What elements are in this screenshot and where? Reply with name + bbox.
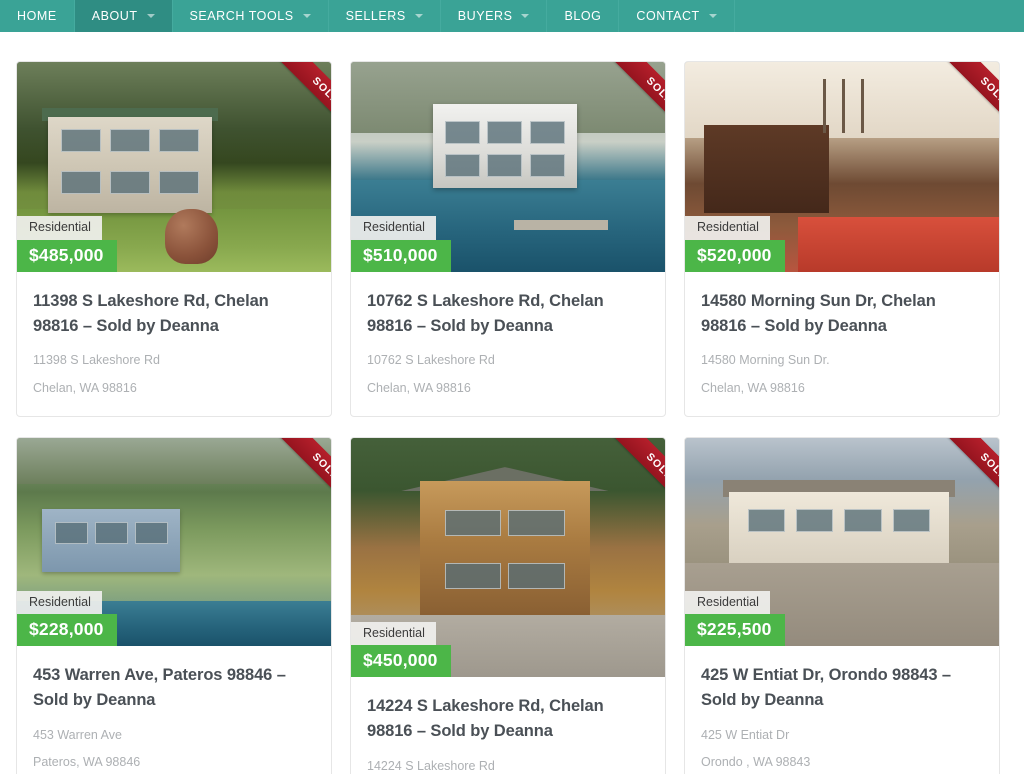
- listing-address-line1: 425 W Entiat Dr: [701, 727, 790, 742]
- nav-item-sellers[interactable]: SELLERS: [329, 0, 441, 32]
- listing-photo[interactable]: SOLD Residential $228,000: [17, 438, 331, 647]
- nav-item-contact[interactable]: CONTACT: [619, 0, 735, 32]
- listing-badges: Residential $225,500: [685, 590, 785, 647]
- listing-card[interactable]: SOLD Residential $225,500 425 W Entiat D…: [684, 437, 1000, 774]
- listing-card[interactable]: SOLD Residential $520,000 14580 Morning …: [684, 61, 1000, 418]
- listing-details: 10762 S Lakeshore Rd, Chelan 98816 – Sol…: [351, 272, 665, 416]
- listing-address-line2: Orondo , WA 98843: [701, 755, 811, 770]
- listing-details: 11398 S Lakeshore Rd, Chelan 98816 – Sol…: [17, 272, 331, 416]
- listing-address-line1: 14224 S Lakeshore Rd: [367, 758, 495, 773]
- listing-badges: Residential $485,000: [17, 216, 117, 272]
- nav-item-blog[interactable]: BLOG: [547, 0, 620, 32]
- listing-address-line2: Chelan, WA 98816: [367, 380, 471, 395]
- chevron-down-icon: [708, 14, 717, 18]
- listing-title[interactable]: 453 Warren Ave, Pateros 98846 – Sold by …: [33, 663, 315, 713]
- price-badge: $225,500: [685, 614, 785, 647]
- listing-details: 14580 Morning Sun Dr, Chelan 98816 – Sol…: [685, 272, 999, 416]
- listing-card[interactable]: SOLD Residential $510,000 10762 S Lakesh…: [350, 61, 666, 418]
- listing-details: 14224 S Lakeshore Rd, Chelan 98816 – Sol…: [351, 677, 665, 774]
- listing-photo[interactable]: SOLD Residential $510,000: [351, 62, 665, 272]
- nav-item-label: CONTACT: [636, 8, 700, 23]
- nav-item-label: BUYERS: [457, 8, 513, 23]
- listing-card[interactable]: SOLD Residential $450,000 14224 S Lakesh…: [350, 437, 666, 774]
- property-type-badge: Residential: [685, 216, 770, 240]
- listing-title[interactable]: 425 W Entiat Dr, Orondo 98843 – Sold by …: [701, 663, 983, 713]
- property-type-badge: Residential: [685, 590, 770, 615]
- property-type-badge: Residential: [351, 621, 436, 646]
- nav-item-search-tools[interactable]: SEARCH TOOLS: [173, 0, 329, 32]
- nav-item-label: SELLERS: [345, 8, 406, 23]
- listing-address-line1: 453 Warren Ave: [33, 727, 122, 742]
- main-navigation: HOME ABOUT SEARCH TOOLS SELLERS BUYERS B…: [0, 0, 1024, 32]
- listing-address-line1: 11398 S Lakeshore Rd: [33, 353, 160, 368]
- property-type-badge: Residential: [351, 216, 436, 240]
- listing-address-line1: 14580 Morning Sun Dr.: [701, 353, 830, 368]
- listing-title[interactable]: 14224 S Lakeshore Rd, Chelan 98816 – Sol…: [367, 694, 649, 744]
- nav-item-home[interactable]: HOME: [0, 0, 75, 32]
- nav-item-about[interactable]: ABOUT: [74, 0, 173, 32]
- listing-address-line2: Chelan, WA 98816: [33, 380, 137, 395]
- price-badge: $485,000: [17, 239, 117, 272]
- listing-photo[interactable]: SOLD Residential $450,000: [351, 438, 665, 678]
- price-badge: $450,000: [351, 645, 451, 678]
- listing-card[interactable]: SOLD Residential $228,000 453 Warren Ave…: [16, 437, 332, 774]
- price-badge: $510,000: [351, 239, 451, 272]
- listing-badges: Residential $228,000: [17, 590, 117, 647]
- property-type-badge: Residential: [17, 590, 102, 615]
- listing-photo[interactable]: SOLD Residential $225,500: [685, 438, 999, 647]
- listing-photo[interactable]: SOLD Residential $485,000: [17, 62, 331, 272]
- listing-badges: Residential $520,000: [685, 216, 785, 272]
- chevron-down-icon: [414, 14, 423, 18]
- chevron-down-icon: [521, 14, 530, 18]
- listing-address-line2: Pateros, WA 98846: [33, 755, 141, 770]
- nav-item-label: SEARCH TOOLS: [189, 8, 294, 23]
- listing-address-line1: 10762 S Lakeshore Rd: [367, 353, 495, 368]
- chevron-down-icon: [146, 14, 155, 18]
- listing-photo[interactable]: SOLD Residential $520,000: [685, 62, 999, 272]
- nav-item-label: BLOG: [564, 8, 602, 23]
- listing-address-line2: Chelan, WA 98816: [701, 380, 805, 395]
- nav-empty-space: [735, 0, 1024, 32]
- property-type-badge: Residential: [17, 216, 102, 240]
- listing-details: 425 W Entiat Dr, Orondo 98843 – Sold by …: [685, 646, 999, 774]
- listings-grid: SOLD Residential $485,000 11398 S Lakesh…: [0, 32, 1024, 774]
- listing-card[interactable]: SOLD Residential $485,000 11398 S Lakesh…: [16, 61, 332, 418]
- listing-title[interactable]: 14580 Morning Sun Dr, Chelan 98816 – Sol…: [701, 289, 983, 339]
- listing-title[interactable]: 10762 S Lakeshore Rd, Chelan 98816 – Sol…: [367, 289, 649, 339]
- nav-item-buyers[interactable]: BUYERS: [441, 0, 548, 32]
- price-badge: $520,000: [685, 239, 785, 272]
- nav-item-label: ABOUT: [91, 8, 138, 23]
- listing-badges: Residential $450,000: [351, 621, 451, 678]
- price-badge: $228,000: [17, 614, 117, 647]
- listing-details: 453 Warren Ave, Pateros 98846 – Sold by …: [17, 646, 331, 774]
- listing-badges: Residential $510,000: [351, 216, 451, 272]
- chevron-down-icon: [302, 14, 311, 18]
- nav-item-label: HOME: [17, 8, 57, 23]
- listing-title[interactable]: 11398 S Lakeshore Rd, Chelan 98816 – Sol…: [33, 289, 315, 339]
